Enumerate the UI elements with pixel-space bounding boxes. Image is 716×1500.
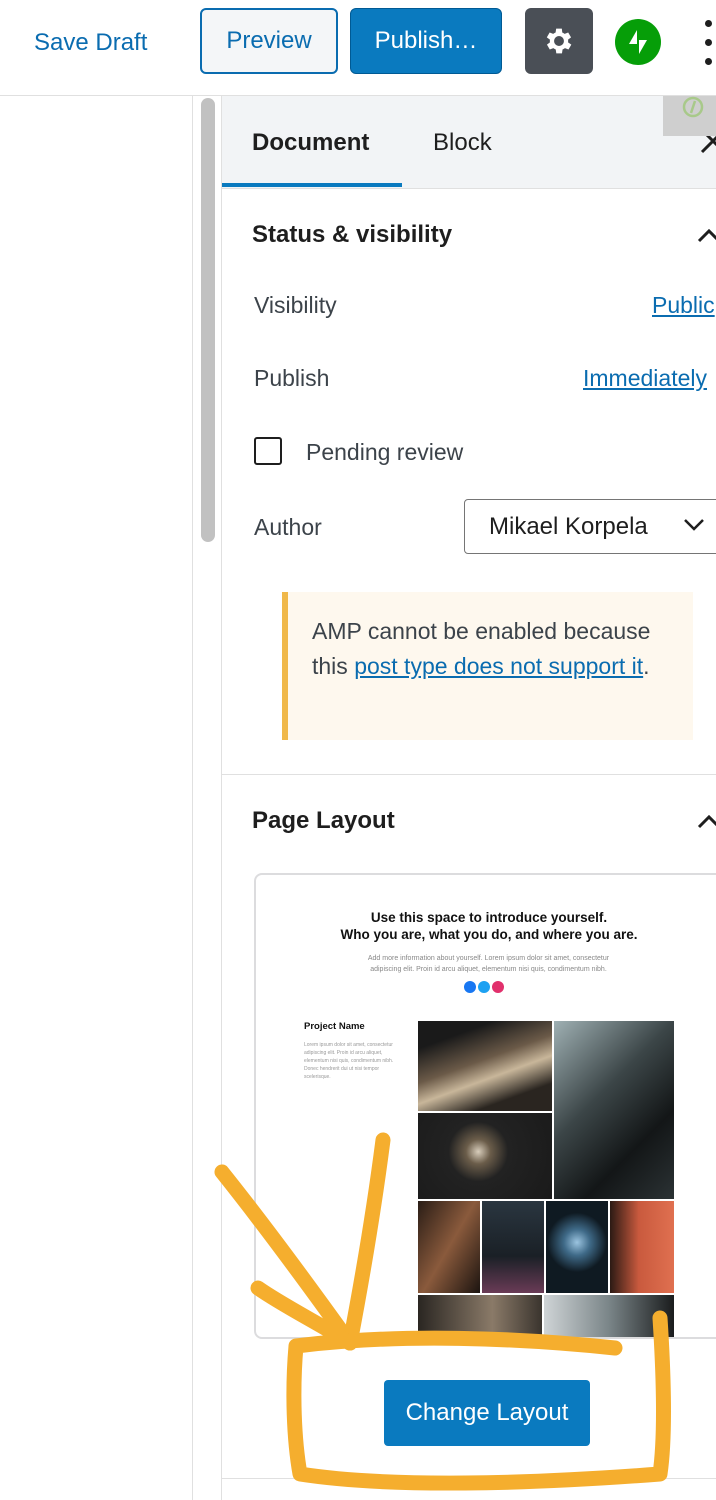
sidebar-tabs: Document Block: [222, 96, 716, 189]
tab-document[interactable]: Document: [252, 126, 369, 160]
settings-button[interactable]: [525, 8, 593, 74]
preview-photo: [544, 1295, 674, 1337]
save-draft-button[interactable]: Save Draft: [34, 26, 147, 60]
jetpack-bolt-icon: [629, 30, 647, 54]
preview-subtext: Add more information about yourself. Lor…: [367, 955, 610, 973]
change-layout-button[interactable]: Change Layout: [384, 1380, 590, 1446]
amp-status-icon: [682, 96, 704, 118]
preview-project-name: Project Name: [304, 1021, 365, 1032]
instagram-icon: [492, 981, 504, 993]
publish-label: Publish: [254, 365, 330, 391]
layout-preview[interactable]: Use this space to introduce yourself. Wh…: [254, 873, 716, 1339]
kebab-menu-icon: [705, 20, 712, 27]
preview-photo: [418, 1295, 542, 1337]
twitter-icon: [478, 981, 490, 993]
preview-photo: [418, 1021, 552, 1111]
tab-block[interactable]: Block: [433, 126, 492, 160]
pending-review-checkbox[interactable]: [254, 437, 282, 465]
chevron-up-icon[interactable]: [696, 812, 716, 830]
panel-divider: [222, 1478, 716, 1479]
amp-notice: AMP cannot be enabled because this post …: [282, 592, 693, 740]
preview-button[interactable]: Preview: [200, 8, 338, 74]
preview-photo: [554, 1021, 674, 1199]
preview-project-desc: Lorem ipsum dolor sit amet, consectetur …: [304, 1042, 394, 1080]
editor-toolbar: Save Draft Preview Publish…: [0, 0, 716, 96]
page-layout-title[interactable]: Page Layout: [252, 804, 395, 838]
jetpack-button[interactable]: [615, 19, 661, 65]
active-tab-indicator: [222, 183, 402, 187]
preview-photo: [418, 1113, 552, 1199]
scrollbar-thumb[interactable]: [201, 98, 215, 542]
preview-photo: [418, 1201, 480, 1293]
preview-photo: [610, 1201, 674, 1293]
editor-canvas[interactable]: [0, 96, 193, 1500]
post-type-support-link[interactable]: post type does not support it: [354, 653, 643, 679]
chevron-up-icon[interactable]: [696, 226, 716, 244]
visibility-value-link[interactable]: Public: [652, 289, 715, 321]
visibility-label: Visibility: [254, 292, 337, 318]
chevron-down-icon: [684, 519, 704, 531]
facebook-icon: [464, 981, 476, 993]
amp-status-indicator[interactable]: [663, 96, 716, 136]
more-options-button[interactable]: [700, 20, 716, 66]
amp-notice-text: AMP cannot be enabled because this post …: [312, 618, 651, 679]
preview-heading: Use this space to introduce yourself. Wh…: [340, 910, 638, 942]
pending-review-label[interactable]: Pending review: [306, 436, 463, 468]
gear-icon: [546, 28, 572, 54]
preview-social-icons: [464, 980, 506, 994]
panel-divider: [222, 774, 716, 775]
preview-photo: [546, 1201, 608, 1293]
status-visibility-title[interactable]: Status & visibility: [252, 218, 452, 252]
publish-button[interactable]: Publish…: [350, 8, 502, 74]
preview-photo: [482, 1201, 544, 1293]
author-select-value: Mikael Korpela: [489, 513, 648, 540]
publish-date-link[interactable]: Immediately: [583, 362, 707, 394]
settings-sidebar: Document Block Status & visibility Visib…: [222, 96, 716, 1500]
author-select[interactable]: Mikael Korpela: [464, 499, 716, 554]
author-label: Author: [254, 514, 322, 540]
